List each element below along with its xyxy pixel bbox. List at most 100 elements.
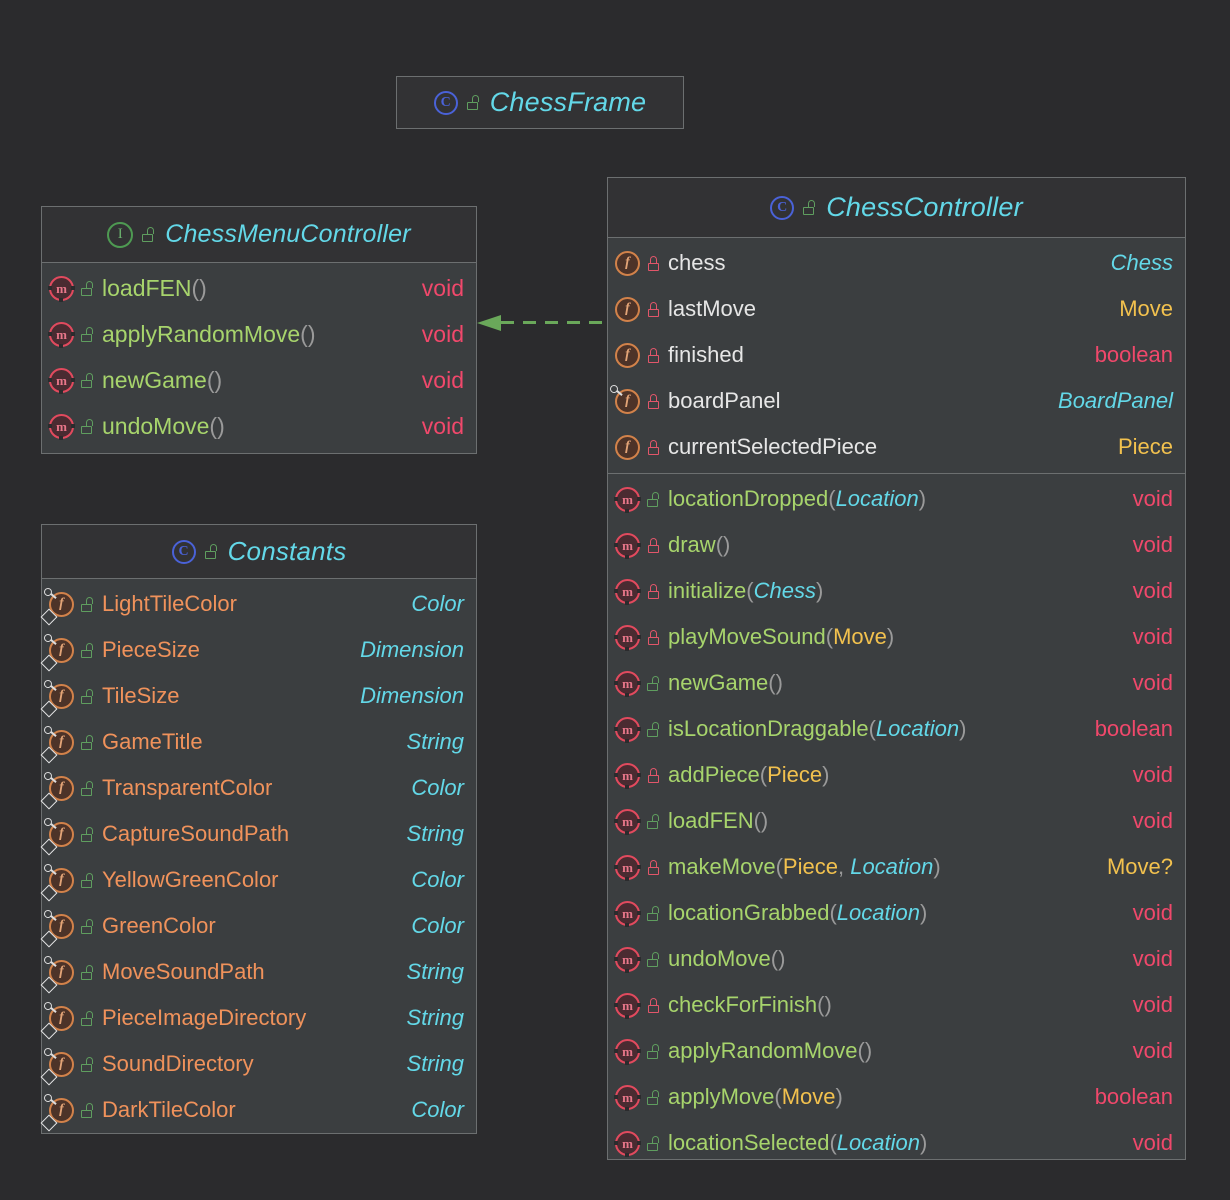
field-name: GreenColor <box>102 913 216 938</box>
class-header: C ChessFrame <box>397 77 683 128</box>
method-signature: applyRandomMove() <box>668 1038 873 1063</box>
static-final-field-icon: f <box>40 816 74 855</box>
return-type: void <box>1132 900 1173 925</box>
field-row[interactable]: f TransparentColor Color <box>40 765 476 811</box>
static-final-field-icon: f <box>40 908 74 947</box>
field-type: Chess <box>1110 250 1173 275</box>
unlocked-icon <box>81 780 95 796</box>
field-row[interactable]: f finished boolean <box>608 332 1185 378</box>
class-node-chessframe[interactable]: C ChessFrame <box>396 76 684 129</box>
static-final-field-icon: f <box>40 632 74 671</box>
method-row[interactable]: m isLocationDraggable(Location) boolean <box>608 706 1185 752</box>
method-icon: m <box>614 900 641 927</box>
method-icon: m <box>614 1038 641 1065</box>
field-list: f LightTileColor Color f PieceSize Dimension f… <box>40 579 476 1137</box>
method-signature: newGame() <box>102 366 223 393</box>
method-row[interactable]: m initialize(Chess) void <box>608 568 1185 614</box>
field-icon: f <box>615 342 640 368</box>
return-type: void <box>1132 532 1173 557</box>
unlocked-icon <box>81 1102 95 1118</box>
locked-icon <box>647 997 661 1013</box>
field-row[interactable]: f currentSelectedPiece Piece <box>608 424 1185 470</box>
method-signature: locationGrabbed(Location) <box>668 900 928 925</box>
method-row[interactable]: m newGame() void <box>42 357 476 403</box>
field-name: finished <box>668 342 744 367</box>
field-row[interactable]: f lastMove Move <box>608 286 1185 332</box>
field-type: Color <box>411 775 464 800</box>
method-signature: playMoveSound(Move) <box>668 624 895 649</box>
unlocked-icon <box>204 544 219 559</box>
field-type: Color <box>411 1097 464 1122</box>
field-row[interactable]: f MoveSoundPath String <box>40 949 476 995</box>
method-row[interactable]: m newGame() void <box>608 660 1185 706</box>
locked-icon <box>647 767 661 783</box>
class-node-constants[interactable]: C Constants f LightTileColor Color f PieceSi… <box>40 524 477 1137</box>
method-row[interactable]: m applyRandomMove() void <box>608 1028 1185 1074</box>
locked-icon <box>647 393 661 409</box>
method-row[interactable]: m applyRandomMove() void <box>42 311 476 357</box>
method-row[interactable]: m locationGrabbed(Location) void <box>608 890 1185 936</box>
method-icon: m <box>48 367 75 394</box>
locked-icon <box>647 255 661 271</box>
method-row[interactable]: m locationDropped(Location) void <box>608 476 1185 522</box>
method-row[interactable]: m loadFEN() void <box>608 798 1185 844</box>
field-name: GameTitle <box>102 729 203 754</box>
field-row[interactable]: f PieceSize Dimension <box>40 627 476 673</box>
field-name: TileSize <box>102 683 180 708</box>
field-row[interactable]: f GreenColor Color <box>40 903 476 949</box>
method-row[interactable]: m undoMove() void <box>608 936 1185 982</box>
field-row[interactable]: f chess Chess <box>608 240 1185 286</box>
field-type: String <box>406 1005 464 1030</box>
class-icon: C <box>171 539 196 564</box>
field-row[interactable]: f SoundDirectory String <box>40 1041 476 1087</box>
realization-arrow <box>477 315 607 331</box>
unlocked-icon <box>142 227 156 242</box>
field-row[interactable]: f LightTileColor Color <box>40 581 476 627</box>
unlocked-icon <box>81 918 95 934</box>
return-type: void <box>421 320 464 347</box>
field-row[interactable]: f DarkTileColor Color <box>40 1087 476 1133</box>
method-row[interactable]: m draw() void <box>608 522 1185 568</box>
field-type: Dimension <box>360 637 464 662</box>
method-icon: m <box>48 413 75 440</box>
field-row[interactable]: f GameTitle String <box>40 719 476 765</box>
class-node-chesscontroller[interactable]: C ChessController f chess Chess f lastMove Mo… <box>607 177 1186 1160</box>
unlocked-icon <box>803 200 817 215</box>
field-row[interactable]: f YellowGreenColor Color <box>40 857 476 903</box>
method-signature: checkForFinish() <box>668 992 832 1017</box>
method-signature: addPiece(Piece) <box>668 762 830 787</box>
field-name: chess <box>668 250 726 275</box>
unlocked-icon <box>81 826 95 842</box>
field-row[interactable]: f PieceImageDirectory String <box>40 995 476 1041</box>
unlocked-icon <box>647 813 661 829</box>
method-icon: m <box>614 992 641 1019</box>
method-row[interactable]: m locationSelected(Location) void <box>608 1120 1185 1166</box>
method-row[interactable]: m undoMove() void <box>42 403 476 449</box>
method-row[interactable]: m checkForFinish() void <box>608 982 1185 1028</box>
field-type: BoardPanel <box>1058 388 1173 413</box>
field-name: boardPanel <box>668 388 781 413</box>
field-row[interactable]: f TileSize Dimension <box>40 673 476 719</box>
field-type: boolean <box>1094 342 1173 367</box>
method-row[interactable]: m applyMove(Move) boolean <box>608 1074 1185 1120</box>
method-icon: m <box>614 762 641 789</box>
method-row[interactable]: m makeMove(Piece, Location) Move? <box>608 844 1185 890</box>
method-icon: m <box>614 854 641 881</box>
class-node-chessmenucontroller[interactable]: I ChessMenuController m loadFEN() void m app… <box>41 206 477 454</box>
field-row[interactable]: f boardPanel BoardPanel <box>608 378 1185 424</box>
locked-icon <box>647 629 661 645</box>
arrow-head-icon <box>477 315 501 331</box>
method-icon: m <box>614 716 641 743</box>
method-row[interactable]: m loadFEN() void <box>42 265 476 311</box>
field-row[interactable]: f CaptureSoundPath String <box>40 811 476 857</box>
field-name: TransparentColor <box>102 775 273 800</box>
method-row[interactable]: m playMoveSound(Move) void <box>608 614 1185 660</box>
return-type: void <box>421 412 464 439</box>
field-type: String <box>406 821 464 846</box>
return-type: void <box>1132 1038 1173 1063</box>
field-icon: f <box>615 250 640 276</box>
field-name: DarkTileColor <box>102 1097 236 1122</box>
field-type: Move <box>1119 296 1173 321</box>
method-signature: loadFEN() <box>668 808 769 833</box>
method-row[interactable]: m addPiece(Piece) void <box>608 752 1185 798</box>
